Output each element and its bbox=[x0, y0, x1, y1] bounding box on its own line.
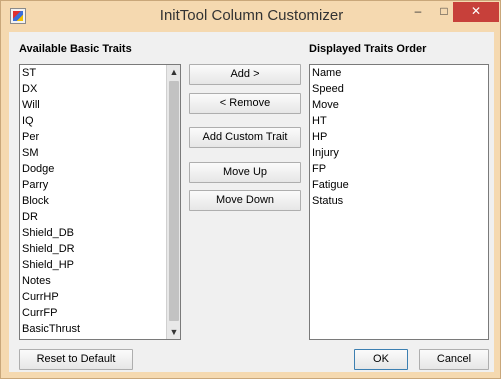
list-item[interactable]: Will bbox=[20, 97, 180, 113]
list-item[interactable]: Status bbox=[310, 193, 488, 209]
list-item[interactable]: HT bbox=[310, 113, 488, 129]
list-item[interactable]: Shield_DR bbox=[20, 241, 180, 257]
move-up-button[interactable]: Move Up bbox=[189, 162, 301, 183]
available-traits-label: Available Basic Traits bbox=[19, 43, 132, 55]
list-item[interactable]: Block bbox=[20, 193, 180, 209]
dialog-window: InitTool Column Customizer – □ ✕ Availab… bbox=[0, 0, 501, 379]
list-item[interactable]: DR bbox=[20, 209, 180, 225]
add-button[interactable]: Add > bbox=[189, 64, 301, 85]
move-down-button[interactable]: Move Down bbox=[189, 190, 301, 211]
list-item[interactable]: Speed bbox=[310, 81, 488, 97]
list-item[interactable]: BasicSwing bbox=[20, 337, 180, 339]
reset-to-default-button[interactable]: Reset to Default bbox=[19, 349, 133, 370]
list-item[interactable]: Move bbox=[310, 97, 488, 113]
ok-button[interactable]: OK bbox=[354, 349, 408, 370]
list-item[interactable]: SM bbox=[20, 145, 180, 161]
list-item[interactable]: Shield_DB bbox=[20, 225, 180, 241]
minimize-button[interactable]: – bbox=[405, 2, 431, 22]
remove-button[interactable]: < Remove bbox=[189, 93, 301, 114]
list-item[interactable]: Fatigue bbox=[310, 177, 488, 193]
displayed-traits-label: Displayed Traits Order bbox=[309, 43, 427, 55]
cancel-button[interactable]: Cancel bbox=[419, 349, 489, 370]
scroll-up-icon[interactable]: ▲ bbox=[167, 65, 180, 79]
list-item[interactable]: IQ bbox=[20, 113, 180, 129]
list-item[interactable]: Shield_HP bbox=[20, 257, 180, 273]
close-button[interactable]: ✕ bbox=[453, 2, 499, 22]
list-item[interactable]: Per bbox=[20, 129, 180, 145]
list-item[interactable]: ST bbox=[20, 65, 180, 81]
list-item[interactable]: BasicThrust bbox=[20, 321, 180, 337]
scroll-down-icon[interactable]: ▼ bbox=[167, 325, 180, 339]
dialog-content: Available Basic Traits Displayed Traits … bbox=[9, 32, 494, 372]
list-item[interactable]: Injury bbox=[310, 145, 488, 161]
title-bar[interactable]: InitTool Column Customizer – □ ✕ bbox=[1, 1, 500, 32]
available-list-scrollbar[interactable]: ▲ ▼ bbox=[166, 65, 180, 339]
list-item[interactable]: HP bbox=[310, 129, 488, 145]
list-item[interactable]: Name bbox=[310, 65, 488, 81]
list-item[interactable]: Parry bbox=[20, 177, 180, 193]
list-item[interactable]: CurrHP bbox=[20, 289, 180, 305]
list-item[interactable]: Dodge bbox=[20, 161, 180, 177]
scrollbar-thumb[interactable] bbox=[169, 81, 179, 321]
list-item[interactable]: CurrFP bbox=[20, 305, 180, 321]
list-item[interactable]: DX bbox=[20, 81, 180, 97]
list-item[interactable]: FP bbox=[310, 161, 488, 177]
displayed-traits-list[interactable]: Name Speed Move HT HP Injury FP Fatigue Status bbox=[309, 64, 489, 340]
list-item[interactable]: Notes bbox=[20, 273, 180, 289]
add-custom-trait-button[interactable]: Add Custom Trait bbox=[189, 127, 301, 148]
available-traits-list[interactable]: ST DX Will IQ Per SM Dodge Parry Block DR Shield_D… bbox=[19, 64, 181, 340]
